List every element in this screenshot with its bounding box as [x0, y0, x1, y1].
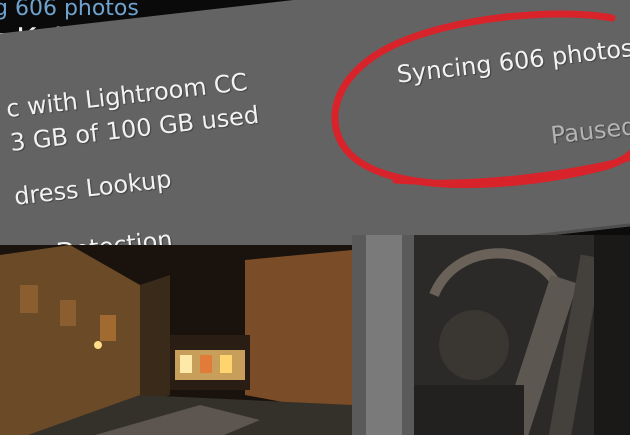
photo-thumbnail-street[interactable] [0, 245, 352, 435]
grid-cell-frame [366, 235, 402, 435]
photo-grid [0, 235, 630, 435]
photo-thumbnail-interior[interactable] [414, 235, 630, 435]
interior-photo-image [414, 235, 630, 435]
lightroom-sync-screen: g 606 photos t Kelby c with Lightroom CC… [0, 0, 630, 435]
street-photo-image [0, 245, 352, 435]
